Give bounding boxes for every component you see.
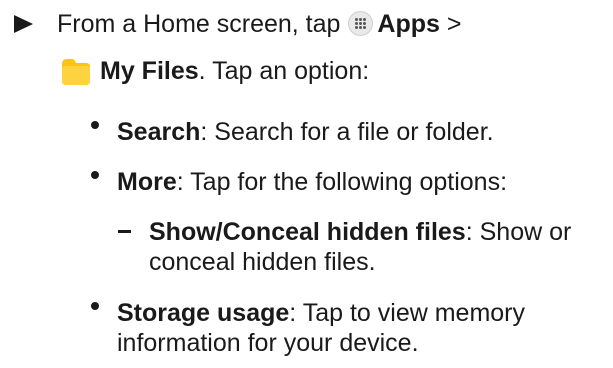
my-files-label: My Files bbox=[100, 57, 199, 85]
apps-label: Apps bbox=[377, 10, 440, 38]
sub-list-item-show-conceal: Show/Conceal hidden files: Show or bbox=[149, 217, 571, 247]
option-label: More bbox=[117, 168, 177, 196]
dash-icon bbox=[118, 230, 131, 233]
bullet-icon bbox=[91, 121, 99, 129]
option-label: Search bbox=[117, 118, 201, 146]
apps-icon bbox=[348, 11, 374, 37]
option-description: : Tap for the following options: bbox=[176, 168, 508, 196]
step-suffix: . Tap an option: bbox=[198, 57, 370, 85]
option-description: : Tap to view memory bbox=[289, 299, 526, 327]
step-line-1: From a Home screen, tap Apps > bbox=[57, 9, 461, 39]
sub-option-description-line-2: conceal hidden files. bbox=[149, 248, 376, 276]
bullet-icon bbox=[91, 171, 99, 179]
separator: > bbox=[446, 10, 462, 38]
sub-option-label: Show/Conceal hidden files bbox=[149, 218, 466, 246]
arrow-icon bbox=[14, 15, 33, 33]
option-description: : Search for a file or folder. bbox=[200, 118, 494, 146]
list-item-storage-usage: Storage usage: Tap to view memory bbox=[117, 298, 525, 328]
bullet-icon bbox=[91, 302, 99, 310]
sub-option-description: : Show or bbox=[465, 218, 572, 246]
option-label: Storage usage bbox=[117, 299, 290, 327]
storage-description-line-2: information for your device. bbox=[117, 329, 419, 357]
my-files-folder-icon bbox=[62, 59, 90, 85]
list-item-search: Search: Search for a file or folder. bbox=[117, 117, 494, 147]
list-item-more: More: Tap for the following options: bbox=[117, 167, 507, 197]
step-prefix: From a Home screen, tap bbox=[57, 10, 341, 38]
step-line-2: My Files. Tap an option: bbox=[100, 56, 369, 86]
